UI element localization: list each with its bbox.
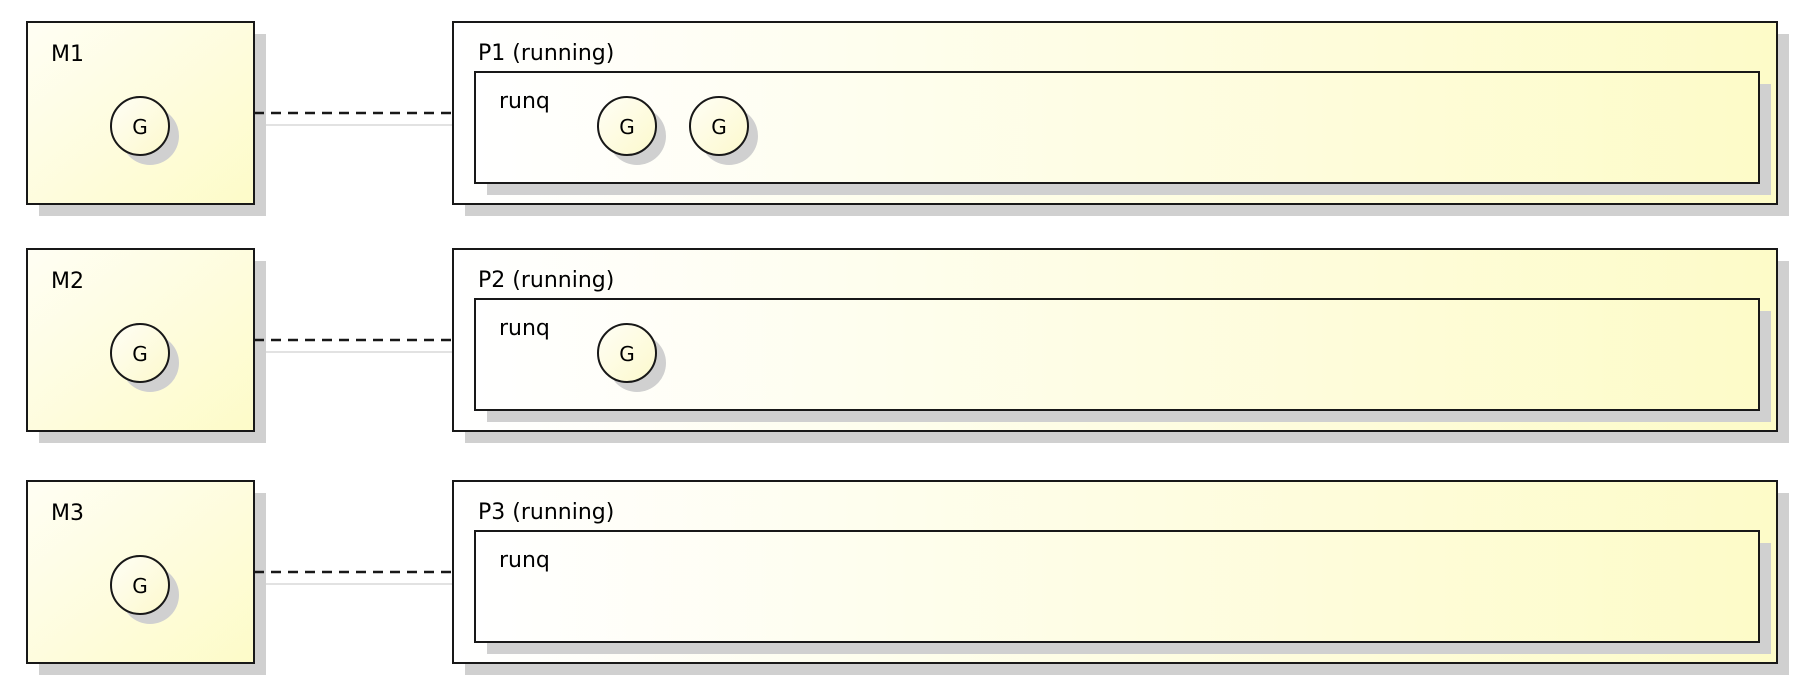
processor-box-p2: P2 (running) runq G: [452, 248, 1789, 443]
processor-box-p3: P3 (running) runq: [452, 480, 1789, 675]
processor-label: P1 (running): [478, 41, 614, 66]
runq-label: runq: [499, 316, 550, 341]
row-1: M1 G P1 (running) runq G G: [26, 21, 1789, 216]
goroutine-label: G: [132, 115, 148, 139]
machine-label: M3: [51, 501, 84, 526]
runq-box: runq G G: [474, 71, 1771, 195]
machine-label: M2: [51, 269, 84, 294]
processor-label: P3 (running): [478, 500, 614, 525]
goroutine-label: G: [132, 342, 148, 366]
row-3: M3 G P3 (running) runq: [26, 480, 1789, 675]
runq-label: runq: [499, 89, 550, 114]
machine-box-m1: M1 G: [26, 21, 266, 216]
goroutine-label: G: [711, 115, 727, 139]
scheduler-diagram: M1 G P1 (running) runq G G M2 G P2 (running) runq…: [26, 21, 1789, 675]
runq-box: runq G: [474, 298, 1771, 422]
row-2: M2 G P2 (running) runq G: [26, 248, 1789, 443]
processor-label: P2 (running): [478, 268, 614, 293]
machine-box-m2: M2 G: [26, 248, 266, 443]
machine-label: M1: [51, 42, 84, 67]
runq-label: runq: [499, 548, 550, 573]
runq-box-fill: [476, 73, 1758, 182]
runq-box: runq: [474, 530, 1771, 654]
goroutine-label: G: [132, 574, 148, 598]
goroutine-label: G: [619, 115, 635, 139]
processor-box-p1: P1 (running) runq G G: [452, 21, 1789, 216]
goroutine-label: G: [619, 342, 635, 366]
runq-box-fill: [476, 300, 1758, 409]
machine-box-m3: M3 G: [26, 480, 266, 675]
runq-box-fill: [476, 532, 1758, 641]
